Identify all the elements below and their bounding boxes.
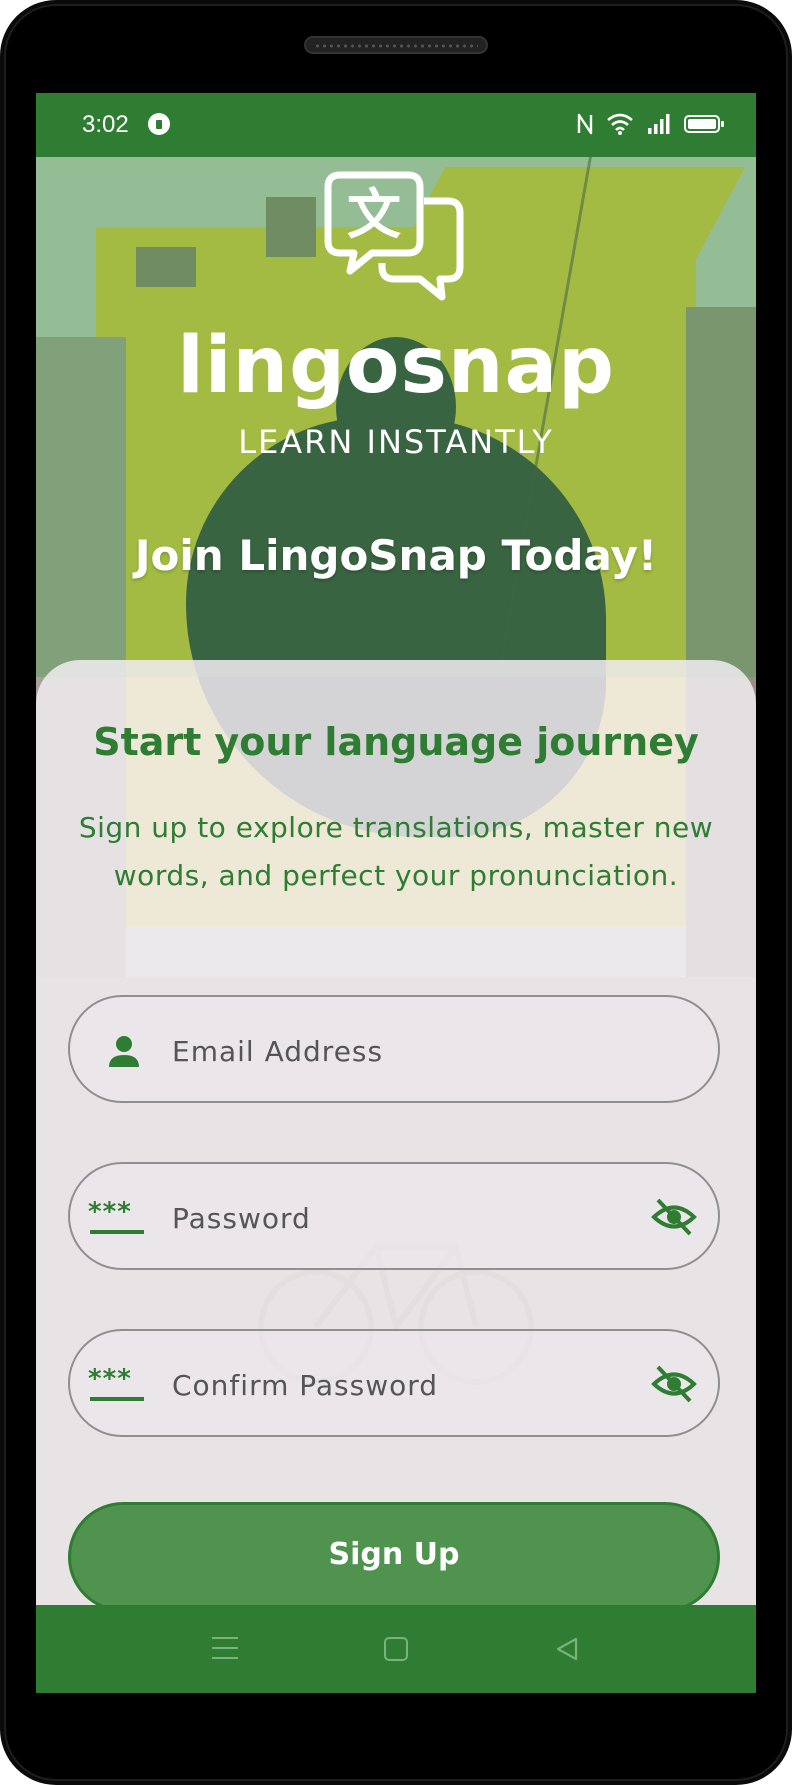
password-icon: *** — [88, 1198, 144, 1234]
password-field[interactable]: *** — [68, 1162, 720, 1270]
battery-icon — [684, 115, 724, 133]
email-field[interactable] — [68, 995, 720, 1103]
person-icon — [109, 1036, 139, 1067]
navigation-bar — [36, 1605, 756, 1693]
speaker-grille — [304, 36, 488, 54]
card-title: Start your language journey — [93, 720, 699, 764]
signup-card: Start your language journey Sign up to e… — [36, 660, 756, 1693]
status-bar: 3:02 — [36, 93, 756, 157]
confirm-password-field[interactable]: *** — [68, 1329, 720, 1437]
eye-off-icon[interactable] — [650, 1363, 698, 1405]
app-screen: 3:02 文 lingosnap LEARN INSTANTLY Join Li… — [36, 93, 756, 1693]
svg-text:***: *** — [88, 1365, 132, 1394]
device-frame: 3:02 文 lingosnap LEARN INSTANTLY Join Li… — [0, 0, 792, 1785]
signal-icon — [648, 114, 670, 134]
sign-up-button[interactable]: Sign Up — [68, 1502, 720, 1612]
password-input[interactable] — [172, 1198, 592, 1238]
home-square-icon[interactable] — [384, 1637, 408, 1661]
brand-tagline: LEARN INSTANTLY — [238, 423, 554, 461]
logo-glyph: 文 — [347, 183, 401, 246]
status-time: 3:02 — [82, 111, 129, 138]
lock-icon — [148, 113, 170, 135]
brand-name: lingosnap — [177, 321, 615, 411]
wifi-icon — [607, 113, 633, 135]
email-input[interactable] — [172, 1031, 592, 1071]
logo-chat-bubbles-icon: 文 — [324, 171, 464, 301]
hero-title: Join LingoSnap Today! — [134, 531, 658, 580]
status-icons — [576, 109, 724, 139]
nfc-icon — [577, 113, 593, 135]
menu-icon[interactable] — [212, 1637, 238, 1659]
card-subtitle: Sign up to explore translations, master … — [78, 811, 714, 892]
back-triangle-icon[interactable] — [554, 1635, 582, 1663]
eye-off-icon[interactable] — [650, 1196, 698, 1238]
confirm-password-input[interactable] — [172, 1365, 592, 1405]
password-icon: *** — [88, 1365, 144, 1401]
svg-text:***: *** — [88, 1198, 132, 1227]
